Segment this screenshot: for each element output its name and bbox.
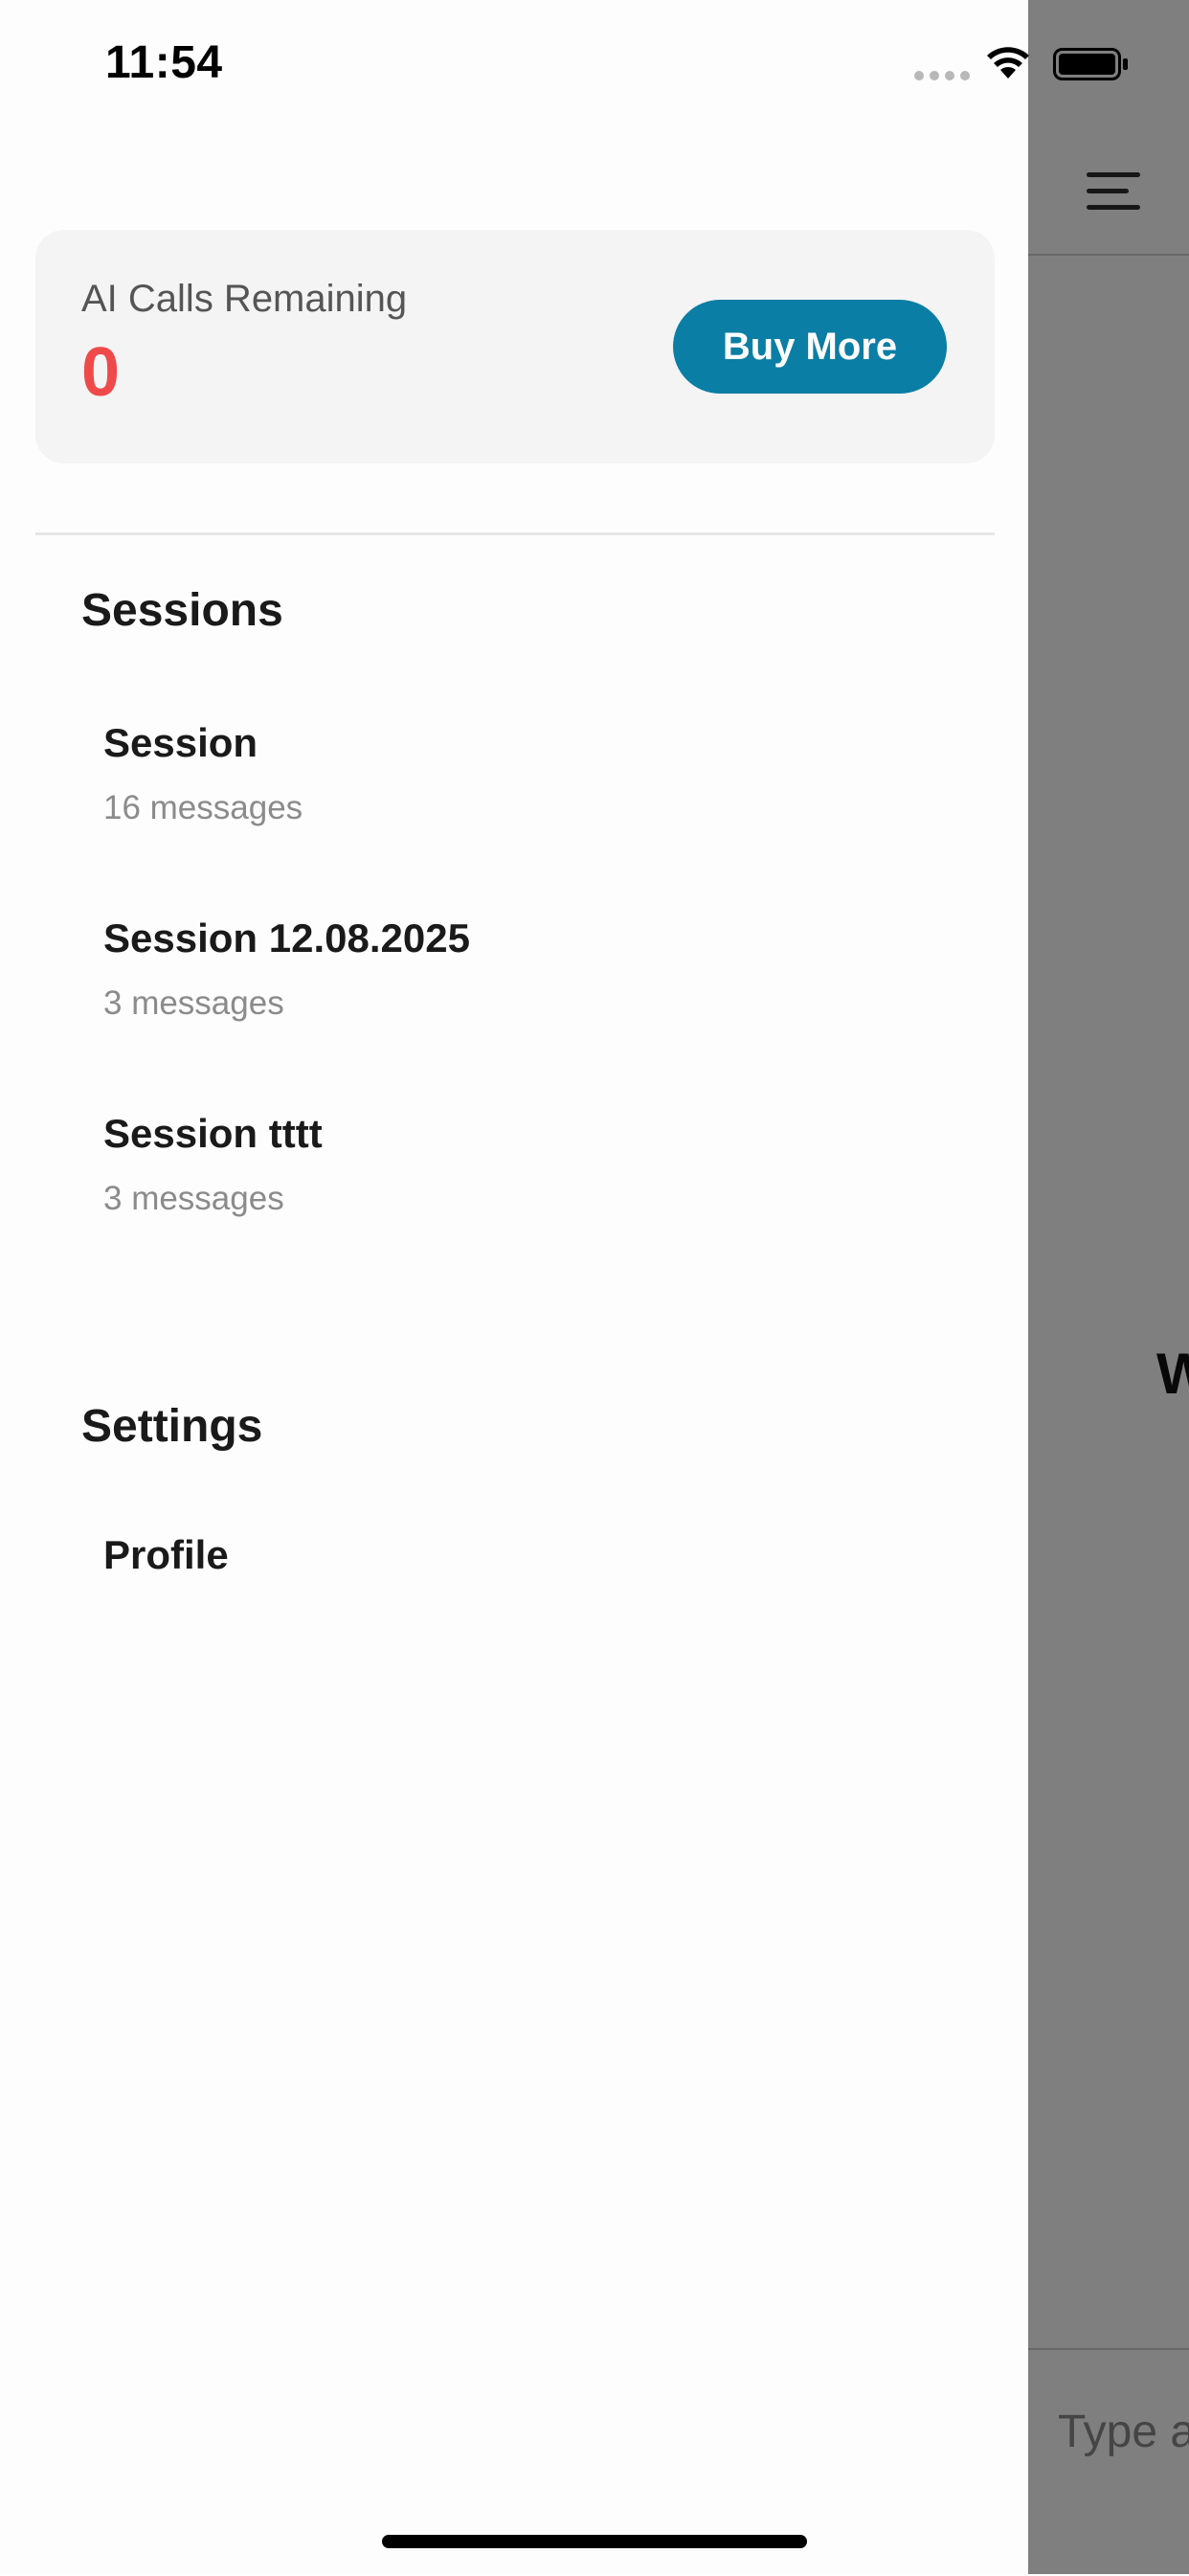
battery-icon <box>1053 48 1128 80</box>
ai-calls-label: AI Calls Remaining <box>81 278 408 320</box>
sessions-heading: Sessions <box>81 585 283 636</box>
settings-heading: Settings <box>81 1401 263 1452</box>
wifi-icon <box>987 47 1029 79</box>
side-drawer: 11:54 AI Calls Remaining 0 Buy More Sess… <box>0 0 1128 2574</box>
session-message-count: 3 messages <box>103 984 284 1022</box>
session-title: Session tttt <box>103 1111 323 1156</box>
ai-calls-card: AI Calls Remaining 0 Buy More <box>35 230 995 463</box>
ai-calls-count: 0 <box>81 334 121 411</box>
session-message-count: 3 messages <box>103 1180 284 1217</box>
session-item[interactable]: Session 16 messages <box>103 720 965 827</box>
session-title: Session <box>103 720 258 765</box>
status-bar-time: 11:54 <box>105 37 223 88</box>
session-message-count: 16 messages <box>103 789 303 826</box>
cellular-signal-icon <box>914 71 970 80</box>
buy-more-button[interactable]: Buy More <box>673 300 947 394</box>
session-item[interactable]: Session tttt 3 messages <box>103 1111 965 1218</box>
divider <box>35 532 995 535</box>
session-title: Session 12.08.2025 <box>103 915 470 960</box>
home-indicator <box>382 2535 807 2548</box>
profile-menu-item[interactable]: Profile <box>103 1532 229 1578</box>
session-item[interactable]: Session 12.08.2025 3 messages <box>103 915 965 1023</box>
